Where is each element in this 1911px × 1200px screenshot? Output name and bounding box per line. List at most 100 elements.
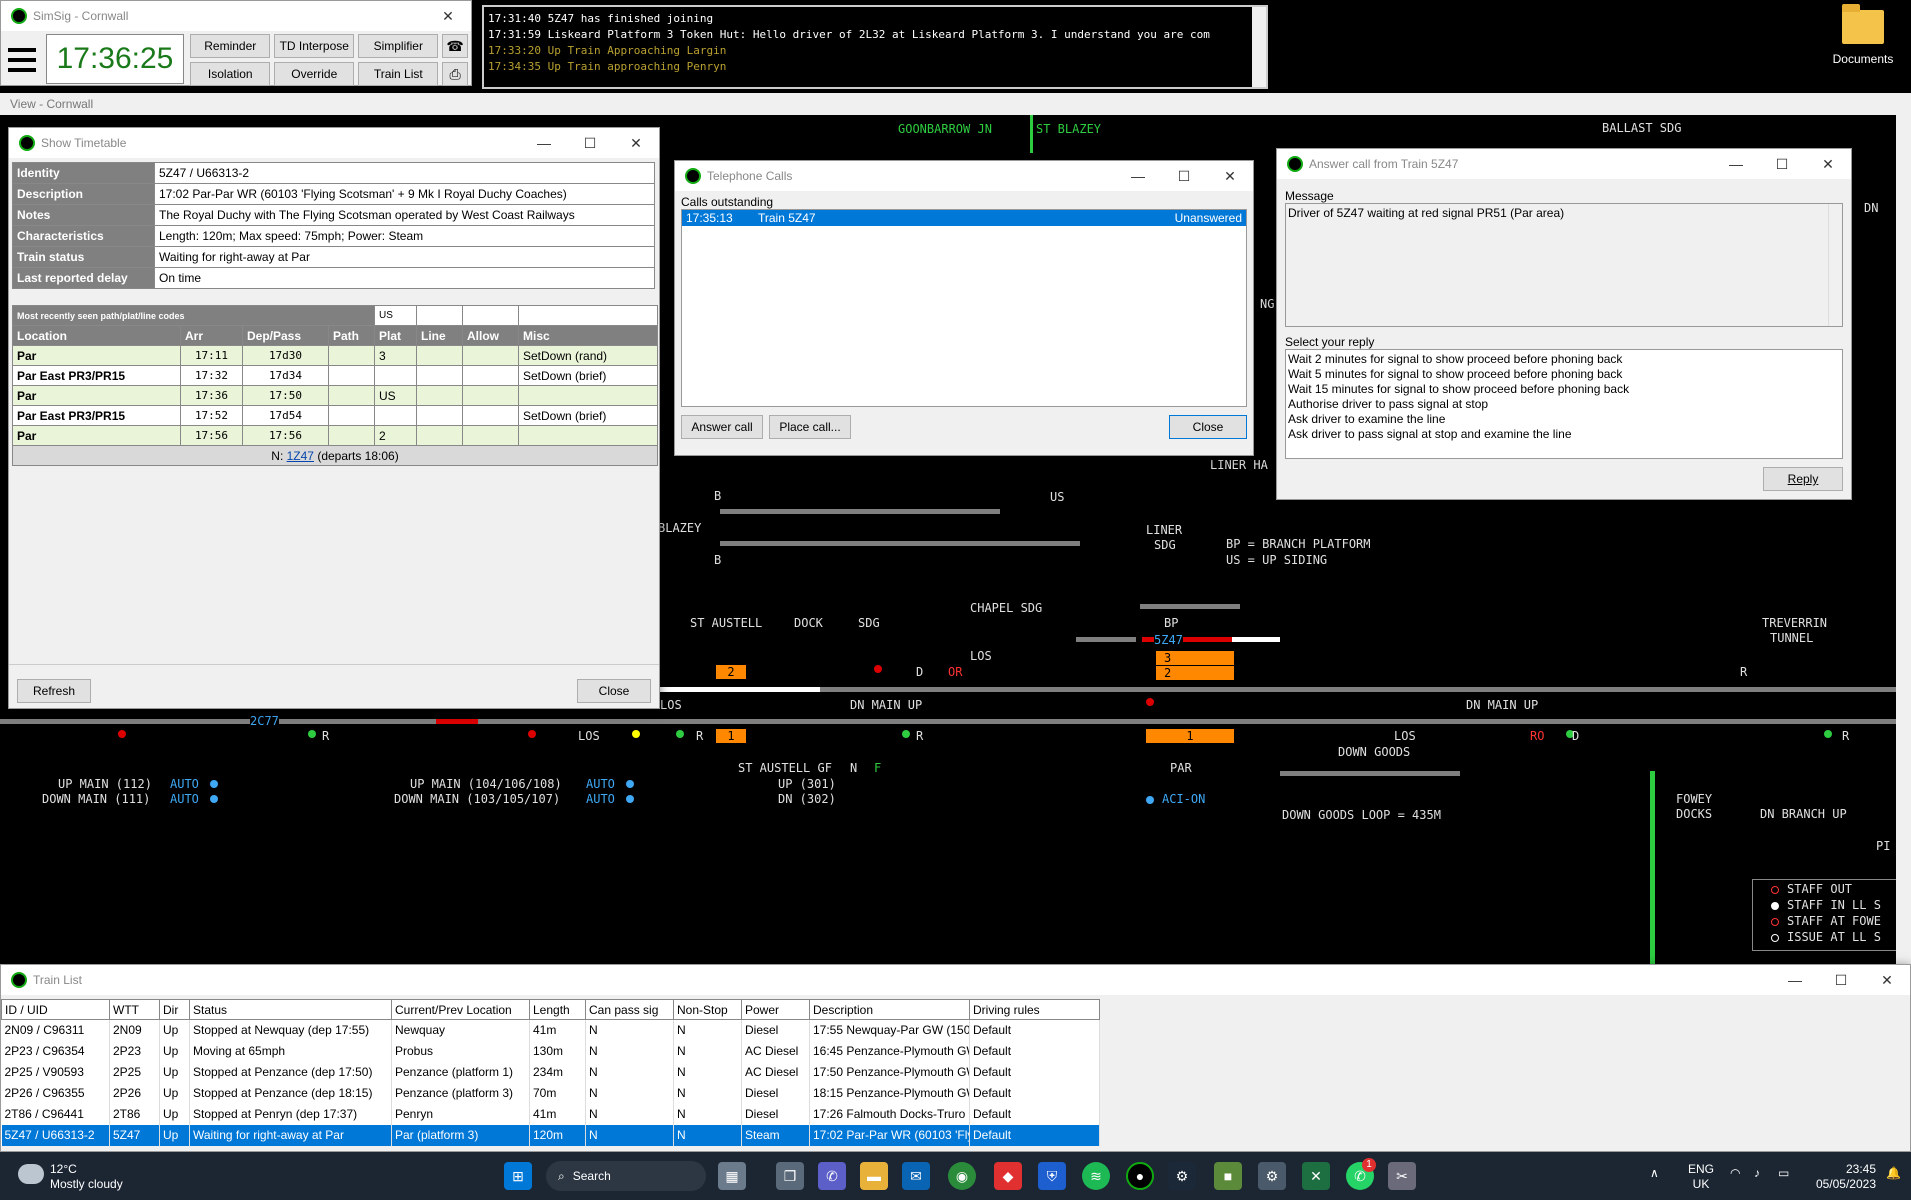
headcode-2c77[interactable]: 2C77 xyxy=(250,714,279,728)
refresh-button[interactable]: Refresh xyxy=(17,679,91,703)
tray-chevron-icon[interactable]: ∧ xyxy=(1650,1166,1659,1180)
search-box[interactable]: ⌕ Search xyxy=(546,1161,706,1191)
bitwarden-icon[interactable]: ⛨ xyxy=(1038,1162,1066,1190)
signal[interactable] xyxy=(308,730,316,738)
file-explorer-icon[interactable]: ▬ xyxy=(860,1162,888,1190)
col-non-stop[interactable]: Non-Stop xyxy=(673,999,742,1020)
reply-option[interactable]: Wait 15 minutes for signal to show proce… xyxy=(1288,382,1840,397)
steam-icon[interactable]: ⚙ xyxy=(1168,1162,1196,1190)
view-scrollbar[interactable] xyxy=(1896,93,1911,965)
col-power[interactable]: Power xyxy=(741,999,810,1020)
signal[interactable] xyxy=(676,730,684,738)
documents-desktop-icon[interactable]: Documents xyxy=(1820,4,1906,66)
message-scrollbar[interactable] xyxy=(1828,204,1842,326)
close-icon[interactable]: ✕ xyxy=(613,128,659,158)
reply-option[interactable]: Authorise driver to pass signal at stop xyxy=(1288,397,1840,412)
maximize-icon[interactable]: ☐ xyxy=(567,128,613,158)
train-list-button[interactable]: Train List xyxy=(358,62,439,86)
auto-label[interactable]: AUTO xyxy=(170,777,199,791)
aci-on-label[interactable]: ACI-ON xyxy=(1162,792,1205,806)
call-row[interactable]: 17:35:13 Train 5Z47 Unanswered xyxy=(682,210,1246,226)
reminder-button[interactable]: Reminder xyxy=(190,34,271,58)
spotify-icon[interactable]: ≋ xyxy=(1082,1162,1110,1190)
table-row[interactable]: Par East PR3/PR15 17:32 17d34 SetDown (brie… xyxy=(12,365,658,386)
table-row[interactable]: 2P26 / C96355 2P26 Up Stopped at Penzance (… xyxy=(1,1082,1100,1104)
close-icon[interactable]: ✕ xyxy=(425,1,471,31)
minimize-icon[interactable]: — xyxy=(1772,965,1818,995)
message-scrollbar[interactable] xyxy=(1252,7,1266,87)
close-icon[interactable]: ✕ xyxy=(1805,149,1851,179)
maximize-icon[interactable]: ☐ xyxy=(1759,149,1805,179)
col-length[interactable]: Length xyxy=(529,999,586,1020)
teams-icon[interactable]: ✆ xyxy=(818,1162,846,1190)
override-button[interactable]: Override xyxy=(274,62,355,86)
volume-icon[interactable]: ♪ xyxy=(1754,1166,1760,1180)
reply-option[interactable]: Wait 2 minutes for signal to show procee… xyxy=(1288,352,1840,367)
next-working-link[interactable]: 1Z47 xyxy=(287,449,314,463)
excel-icon[interactable]: ✕ xyxy=(1302,1162,1330,1190)
snipping-icon[interactable]: ✂ xyxy=(1388,1162,1416,1190)
table-row[interactable]: 2N09 / C96311 2N09 Up Stopped at Newquay (d… xyxy=(1,1019,1100,1041)
close-icon[interactable]: ✕ xyxy=(1207,161,1253,191)
language-uk[interactable]: UK xyxy=(1688,1177,1714,1192)
isolation-button[interactable]: Isolation xyxy=(190,62,271,86)
reply-button[interactable]: Reply xyxy=(1763,467,1843,491)
close-button[interactable]: Close xyxy=(577,679,651,703)
weather-icon[interactable] xyxy=(18,1164,44,1184)
minimize-icon[interactable]: — xyxy=(1115,161,1161,191)
settings-icon[interactable]: ⚙ xyxy=(1258,1162,1286,1190)
col-can-pass[interactable]: Can pass sig xyxy=(585,999,674,1020)
minecraft-icon[interactable]: ■ xyxy=(1214,1162,1242,1190)
language-eng[interactable]: ENG xyxy=(1688,1162,1714,1177)
table-row[interactable]: Par 17:36 17:50 US xyxy=(12,385,658,406)
signal[interactable] xyxy=(902,730,910,738)
signal[interactable] xyxy=(1146,698,1154,706)
signal[interactable] xyxy=(874,665,882,673)
battery-icon[interactable]: ▭ xyxy=(1778,1166,1789,1180)
reply-option[interactable]: Ask driver to examine the line xyxy=(1288,412,1840,427)
reply-option[interactable]: Wait 5 minutes for signal to show procee… xyxy=(1288,367,1840,382)
calls-list[interactable]: 17:35:13 Train 5Z47 Unanswered xyxy=(681,209,1247,407)
table-row[interactable]: 2P23 / C96354 2P23 Up Moving at 65mph Probus… xyxy=(1,1040,1100,1062)
chrome-icon[interactable]: ◉ xyxy=(948,1162,976,1190)
table-row[interactable]: Par 17:56 17:56 2 xyxy=(12,425,658,446)
td-interpose-button[interactable]: TD Interpose xyxy=(274,34,355,58)
table-row[interactable]: Par East PR3/PR15 17:52 17d54 SetDown (brie… xyxy=(12,405,658,426)
maximize-icon[interactable]: ☐ xyxy=(1818,965,1864,995)
col-id[interactable]: ID / UID xyxy=(1,999,110,1020)
app-icon[interactable]: ◆ xyxy=(994,1162,1022,1190)
outlook-icon[interactable]: ✉ xyxy=(902,1162,930,1190)
notifications-icon[interactable]: 🔔 xyxy=(1886,1166,1901,1180)
signal[interactable] xyxy=(528,730,536,738)
auto-label[interactable]: AUTO xyxy=(586,792,615,806)
signal[interactable] xyxy=(118,730,126,738)
maximize-icon[interactable]: ☐ xyxy=(1161,161,1207,191)
table-row-selected[interactable]: 5Z47 / U66313-2 5Z47 Up Waiting for right-a… xyxy=(1,1124,1100,1146)
wifi-icon[interactable]: ◠ xyxy=(1730,1166,1740,1180)
close-button[interactable]: Close xyxy=(1169,415,1247,439)
col-driving-rules[interactable]: Driving rules xyxy=(969,999,1100,1020)
col-wtt[interactable]: WTT xyxy=(109,999,160,1020)
reply-option[interactable]: Ask driver to pass signal at stop and ex… xyxy=(1288,427,1840,442)
minimize-icon[interactable]: — xyxy=(1713,149,1759,179)
col-description[interactable]: Description xyxy=(809,999,970,1020)
tray-date[interactable]: 05/05/2023 xyxy=(1810,1177,1876,1192)
answer-call-button[interactable]: Answer call xyxy=(681,415,763,439)
close-icon[interactable]: ✕ xyxy=(1864,965,1910,995)
printer-icon[interactable]: ⎙ xyxy=(442,62,468,86)
table-row[interactable]: 2T86 / C96441 2T86 Up Stopped at Penryn (de… xyxy=(1,1103,1100,1125)
auto-label[interactable]: AUTO xyxy=(586,777,615,791)
tray-time[interactable]: 23:45 xyxy=(1810,1162,1876,1177)
col-dir[interactable]: Dir xyxy=(159,999,190,1020)
auto-label[interactable]: AUTO xyxy=(170,792,199,806)
headcode-5z47[interactable]: 5Z47 xyxy=(1154,633,1183,647)
simplifier-button[interactable]: Simplifier xyxy=(358,34,439,58)
signal[interactable] xyxy=(1824,730,1832,738)
reply-list[interactable]: Wait 2 minutes for signal to show procee… xyxy=(1285,349,1843,459)
phone-icon[interactable]: ☎ xyxy=(442,34,468,58)
simsig-taskbar-icon[interactable]: ● xyxy=(1126,1162,1154,1190)
signal[interactable] xyxy=(632,730,640,738)
widget-icon[interactable]: ▦ xyxy=(718,1162,746,1190)
col-status[interactable]: Status xyxy=(189,999,392,1020)
start-icon[interactable]: ⊞ xyxy=(504,1162,532,1190)
